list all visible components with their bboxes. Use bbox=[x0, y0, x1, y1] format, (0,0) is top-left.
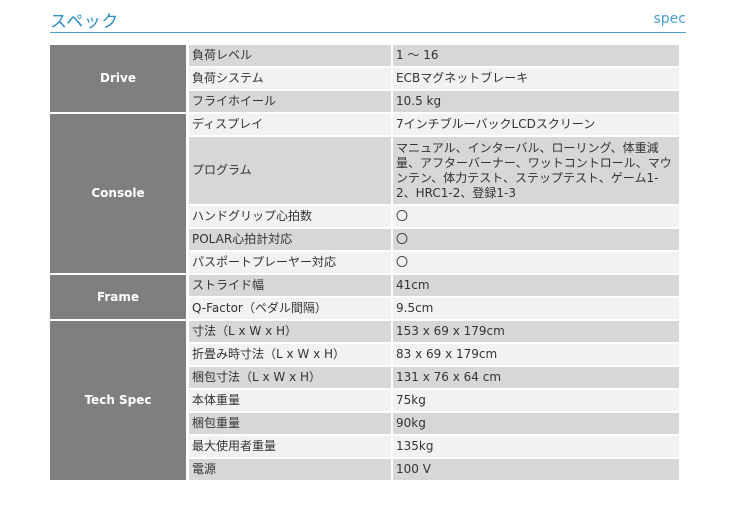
spec-label: 折畳み時寸法（L x W x H） bbox=[187, 343, 393, 367]
spec-value: ECBマグネットブレーキ bbox=[392, 67, 679, 91]
spec-label: 寸法（L x W x H） bbox=[187, 320, 393, 344]
spec-value: 135kg bbox=[392, 435, 679, 459]
spec-value: 41cm bbox=[392, 274, 679, 298]
table-row: Drive 負荷レベル 1 〜 16 bbox=[50, 45, 679, 114]
table-row: Frame ストライド幅 41cm bbox=[50, 274, 679, 321]
spec-value: 100 V bbox=[392, 458, 679, 482]
spec-label: 負荷システム bbox=[187, 67, 393, 91]
spec-value: 10.5 kg bbox=[392, 90, 679, 114]
group-tech-spec: Tech Spec bbox=[50, 320, 189, 482]
spec-label: 本体重量 bbox=[187, 389, 393, 413]
table-row: Console ディスプレイ 7インチブルーバックLCDスクリーン bbox=[50, 113, 679, 275]
spec-table: Drive 負荷レベル 1 〜 16 負荷システム ECBマグネットブレーキ フ… bbox=[50, 45, 679, 482]
spec-value: 131 x 76 x 64 cm bbox=[392, 366, 679, 390]
section-header: スペック spec bbox=[50, 6, 686, 33]
spec-label: 電源 bbox=[187, 458, 393, 482]
table-row: Tech Spec 寸法（L x W x H） 153 x 69 x 179cm bbox=[50, 320, 679, 482]
spec-label: 梱包寸法（L x W x H） bbox=[187, 366, 393, 390]
spec-value: 〇 bbox=[392, 228, 679, 252]
spec-value: 7インチブルーバックLCDスクリーン bbox=[392, 113, 679, 137]
spec-value: 83 x 69 x 179cm bbox=[392, 343, 679, 367]
spec-value: 〇 bbox=[392, 205, 679, 229]
spec-label: ストライド幅 bbox=[187, 274, 393, 298]
spec-label: フライホイール bbox=[187, 90, 393, 114]
spec-label: Q-Factor（ペダル間隔） bbox=[187, 297, 393, 321]
spec-value: マニュアル、インターバル、ローリング、体重減量、アフターバーナー、ワットコントロ… bbox=[392, 136, 679, 206]
group-frame: Frame bbox=[50, 274, 189, 321]
spec-label: 負荷レベル bbox=[187, 45, 393, 68]
page-title: スペック bbox=[50, 12, 119, 32]
spec-label: ディスプレイ bbox=[187, 113, 393, 137]
spec-label: 最大使用者重量 bbox=[187, 435, 393, 459]
group-console: Console bbox=[50, 113, 189, 275]
spec-label: 梱包重量 bbox=[187, 412, 393, 436]
spec-label: ハンドグリップ心拍数 bbox=[187, 205, 393, 229]
spec-value: 〇 bbox=[392, 251, 679, 275]
spec-value: 75kg bbox=[392, 389, 679, 413]
spec-value: 9.5cm bbox=[392, 297, 679, 321]
spec-value: 90kg bbox=[392, 412, 679, 436]
spec-label: パスポートプレーヤー対応 bbox=[187, 251, 393, 275]
page-subtitle: spec bbox=[653, 11, 687, 27]
group-drive: Drive bbox=[50, 45, 189, 114]
spec-value: 153 x 69 x 179cm bbox=[392, 320, 679, 344]
spec-label: プログラム bbox=[187, 136, 393, 206]
spec-label: POLAR心拍計対応 bbox=[187, 228, 393, 252]
spec-value: 1 〜 16 bbox=[392, 45, 679, 68]
